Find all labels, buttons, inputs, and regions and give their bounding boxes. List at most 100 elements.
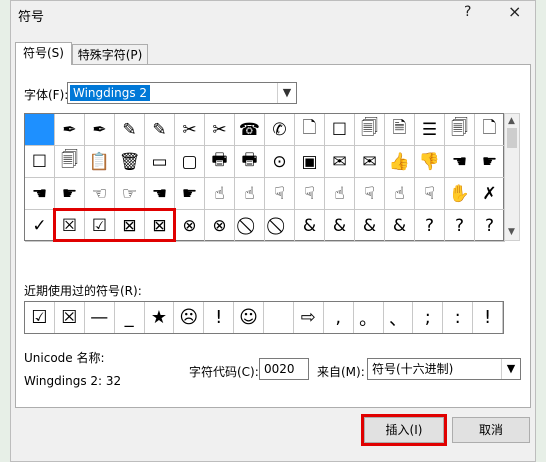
recent-symbol-cell[interactable]: _ [115, 302, 145, 333]
symbol-cell[interactable]: 👍 [385, 146, 415, 178]
from-select[interactable]: 符号(十六进制) ▼ [367, 358, 521, 380]
symbol-cell[interactable]: ⊗ [205, 210, 235, 242]
dialog-title: 符号 [18, 10, 45, 25]
scroll-up-icon[interactable]: ▲ [508, 116, 515, 126]
symbol-cell[interactable]: ☝ [385, 178, 415, 210]
recent-symbol-cell[interactable]: ☹ [174, 302, 205, 333]
spreadsheet-background-right [536, 0, 546, 462]
symbol-cell[interactable]: 🗐 [445, 114, 475, 146]
cancel-button[interactable]: 取消 [452, 417, 530, 443]
symbol-cell[interactable]: ☐ [25, 146, 55, 178]
recent-symbol-cell[interactable]: ! [204, 302, 235, 333]
symbol-cell[interactable]: ☞ [115, 178, 145, 210]
symbol-cell[interactable]: ? [445, 210, 475, 242]
from-select-value: 符号(十六进制) [372, 362, 454, 376]
symbol-cell[interactable]: ☎ [235, 114, 265, 146]
symbol-cell[interactable]: ☛ [175, 178, 205, 210]
from-label: 来自(M): [317, 365, 365, 379]
scrollbar-thumb[interactable] [507, 128, 517, 148]
symbol-cell[interactable]: ☟ [265, 178, 295, 210]
symbol-cell[interactable]: ⊗ [175, 210, 205, 242]
symbol-cell[interactable]: ☟ [355, 178, 385, 210]
symbol-cell[interactable]: 🗋 [475, 114, 505, 146]
symbol-cell[interactable]: ☟ [295, 178, 325, 210]
tab-special-characters[interactable]: 特殊字符(P) [72, 44, 148, 65]
symbol-cell[interactable]: ✓ [25, 210, 55, 242]
symbol-cell[interactable]: 🗐 [355, 114, 385, 146]
symbol-cell[interactable]: & [325, 210, 355, 242]
symbol-cell[interactable]: ▢ [175, 146, 205, 178]
font-label: 字体(F): [24, 88, 69, 102]
symbol-cell[interactable]: 🖶 [205, 146, 235, 178]
char-code-label: 字符代码(C): [189, 365, 259, 379]
symbol-cell[interactable]: ☚ [25, 178, 55, 210]
symbol-cell[interactable]: ? [415, 210, 445, 242]
recent-symbols-row: ☑ ☒ — _ ★ ☹! ☺ ⇨,。、;:! [24, 301, 504, 334]
recent-symbol-cell[interactable]: 。 [354, 302, 384, 333]
scroll-down-icon[interactable]: ▼ [508, 227, 515, 237]
symbol-cell[interactable]: & [385, 210, 415, 242]
help-button[interactable]: ? [464, 4, 471, 20]
symbol-cell[interactable]: ✗ [475, 178, 505, 210]
symbol-cell[interactable]: ✒ [55, 114, 85, 146]
symbol-cell[interactable]: ▣ [295, 146, 325, 178]
tab-symbols[interactable]: 符号(S) [15, 42, 72, 65]
symbol-cell[interactable]: ☚ [145, 178, 175, 210]
symbol-cell[interactable]: ✆ [265, 114, 295, 146]
recent-symbol-cell[interactable]: : [443, 302, 474, 333]
symbol-cell[interactable]: ☐ [325, 114, 355, 146]
highlight-box-checkboxes [53, 208, 176, 242]
symbol-cell[interactable]: & [295, 210, 325, 242]
symbol-cell[interactable]: ✂ [175, 114, 205, 146]
symbol-cell[interactable]: ⃠ [235, 210, 265, 242]
close-button[interactable]: × [508, 2, 521, 21]
recent-symbol-cell[interactable]: ★ [145, 302, 175, 333]
chevron-down-icon[interactable]: ▼ [501, 359, 520, 379]
symbol-cell[interactable]: 🗎 [385, 114, 415, 146]
symbol-cell[interactable]: ✒ [85, 114, 115, 146]
recent-symbol-cell[interactable]: ☺ [234, 302, 264, 333]
symbol-cell[interactable] [25, 114, 55, 146]
symbol-cell[interactable]: ☛ [55, 178, 85, 210]
symbol-cell[interactable]: ✎ [115, 114, 145, 146]
recent-symbol-cell[interactable]: , [324, 302, 354, 333]
symbol-cell[interactable]: ✋ [445, 178, 475, 210]
recent-symbol-cell[interactable]: ☑ [25, 302, 55, 333]
symbol-cell[interactable]: ☝ [235, 178, 265, 210]
symbol-cell[interactable]: ☜ [85, 178, 115, 210]
symbol-cell[interactable]: 🗑 [115, 146, 145, 178]
symbol-cell[interactable]: ☝ [325, 178, 355, 210]
symbol-cell[interactable]: 🖶 [235, 146, 265, 178]
highlight-box-insert [361, 414, 447, 446]
symbol-cell[interactable]: ☰ [415, 114, 445, 146]
symbol-cell[interactable]: ☛ [475, 146, 505, 178]
symbol-cell[interactable]: ☚ [445, 146, 475, 178]
symbol-cell[interactable]: ▭ [145, 146, 175, 178]
recent-symbol-cell[interactable]: ; [413, 302, 444, 333]
symbol-cell[interactable]: & [355, 210, 385, 242]
recent-symbol-cell[interactable]: ☒ [55, 302, 85, 333]
symbol-cell[interactable]: ✎ [145, 114, 175, 146]
symbol-cell[interactable]: 🗐 [55, 146, 85, 178]
recent-symbol-cell[interactable]: ! [473, 302, 503, 333]
symbol-cell[interactable]: ⃠ [265, 210, 295, 242]
symbol-cell[interactable]: ✉ [355, 146, 385, 178]
font-select[interactable]: Wingdings 2 ▼ [67, 82, 297, 104]
symbol-cell[interactable]: ⊙ [265, 146, 295, 178]
symbol-cell[interactable]: ? [475, 210, 505, 242]
symbol-cell[interactable]: ✂ [205, 114, 235, 146]
symbol-cell[interactable]: ☟ [415, 178, 445, 210]
recent-symbol-cell[interactable]: 、 [384, 302, 414, 333]
symbol-cell[interactable]: ☝ [205, 178, 235, 210]
symbol-cell[interactable]: ✉ [325, 146, 355, 178]
recent-symbol-cell[interactable]: — [85, 302, 115, 333]
symbol-cell[interactable]: 🗋 [295, 114, 325, 146]
unicode-name-label: Unicode 名称: [24, 351, 105, 365]
chevron-down-icon[interactable]: ▼ [277, 83, 296, 103]
recent-symbol-cell[interactable]: ⇨ [294, 302, 324, 333]
symbol-cell[interactable]: 👎 [415, 146, 445, 178]
symbol-grid-scrollbar[interactable]: ▲ ▼ [504, 113, 520, 241]
char-code-input[interactable]: 0020 [259, 358, 309, 380]
recent-symbol-cell[interactable] [264, 302, 294, 333]
symbol-cell[interactable]: 📋 [85, 146, 115, 178]
